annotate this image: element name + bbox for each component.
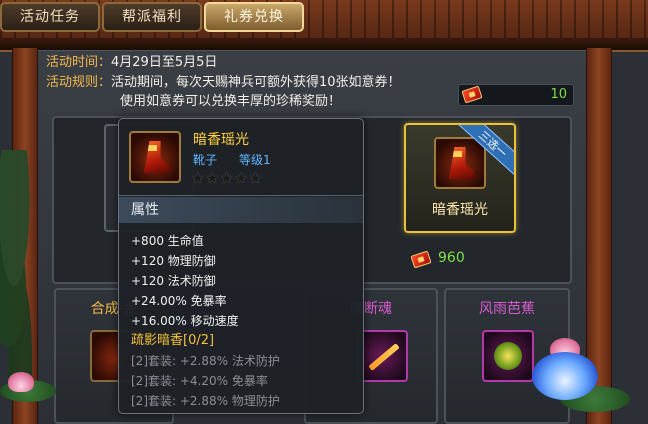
boots-icon [448, 147, 474, 179]
tooltip-stat-list: +800 生命值 +120 物理防御 +120 法术防御 +24.00% 免暴率… [131, 231, 357, 411]
tooltip-item-type: 靴子 [193, 153, 218, 167]
lotus-decoration [8, 372, 34, 392]
tooltip-section-label: 属性 [131, 202, 159, 218]
reward-card[interactable]: 暗香瑶光 三选一 [404, 123, 516, 233]
ticket-counter: 10 [458, 84, 574, 106]
tooltip-star-rating: ★★★★★ [191, 169, 264, 187]
tab-bar: 活动任务 帮派福利 礼券兑换 [0, 0, 304, 34]
tooltip-section-header: 属性 [119, 197, 363, 223]
tab-activity-tasks[interactable]: 活动任务 [0, 2, 100, 32]
set-bonus-line: [2]套装: +2.88% 物理防护 [131, 394, 280, 408]
tooltip-item-name: 暗香瑶光 [193, 132, 249, 148]
card-title: 风雨芭蕉 [479, 301, 535, 317]
reward-name: 暗香瑶光 [432, 202, 488, 218]
activity-rules-line1: 活动期间，每次天赐神兵可额外获得10张如意券！ [111, 75, 401, 90]
tooltip-item-icon [129, 131, 181, 183]
stat-line: +800 生命值 [131, 234, 204, 248]
blue-flower-decoration [532, 352, 598, 400]
boots-icon [143, 141, 169, 173]
tree-decoration [0, 150, 50, 400]
gem-item-icon [482, 330, 534, 382]
set-bonus-line: [2]套装: +2.88% 法术防护 [131, 354, 280, 368]
set-bonus-line: [2]套装: +4.20% 免暴率 [131, 374, 268, 388]
cost-value: 960 [438, 250, 465, 266]
tab-guild-welfare[interactable]: 帮派福利 [102, 2, 202, 32]
activity-time-label: 活动时间： [46, 55, 112, 70]
ticket-count: 10 [550, 87, 567, 102]
tooltip-header: 暗香瑶光 靴子 等级1 ★★★★★ [119, 119, 363, 197]
set-title: 疏影暗香[0/2] [131, 333, 215, 348]
stat-line: +24.00% 免暴率 [131, 294, 227, 308]
stat-line: +16.00% 移动速度 [131, 314, 239, 328]
activity-time-row: 活动时间：4月29日至5月5日 [46, 54, 217, 72]
activity-rules-row2: 使用如意券可以兑换丰厚的珍稀奖励！ [120, 93, 341, 111]
tab-coupon-exchange[interactable]: 礼券兑换 [204, 2, 304, 32]
sword-icon [368, 343, 400, 371]
activity-rules-label: 活动规则： [46, 75, 112, 90]
activity-rules-row: 活动规则：活动期间，每次天赐神兵可额外获得10张如意券！ [46, 74, 401, 92]
tooltip-item-level: 等级1 [239, 153, 271, 167]
gem-icon [494, 342, 522, 370]
activity-time-value: 4月29日至5月5日 [111, 55, 218, 70]
tooltip-divider [119, 195, 363, 196]
ticket-icon [461, 85, 483, 104]
stat-line: +120 物理防御 [131, 254, 216, 268]
item-tooltip: 暗香瑶光 靴子 等级1 ★★★★★ 属性 +800 生命值 +120 物理防御 … [118, 118, 364, 414]
activity-rules-line2: 使用如意券可以兑换丰厚的珍稀奖励！ [120, 94, 342, 109]
stat-line: +120 法术防御 [131, 274, 216, 288]
